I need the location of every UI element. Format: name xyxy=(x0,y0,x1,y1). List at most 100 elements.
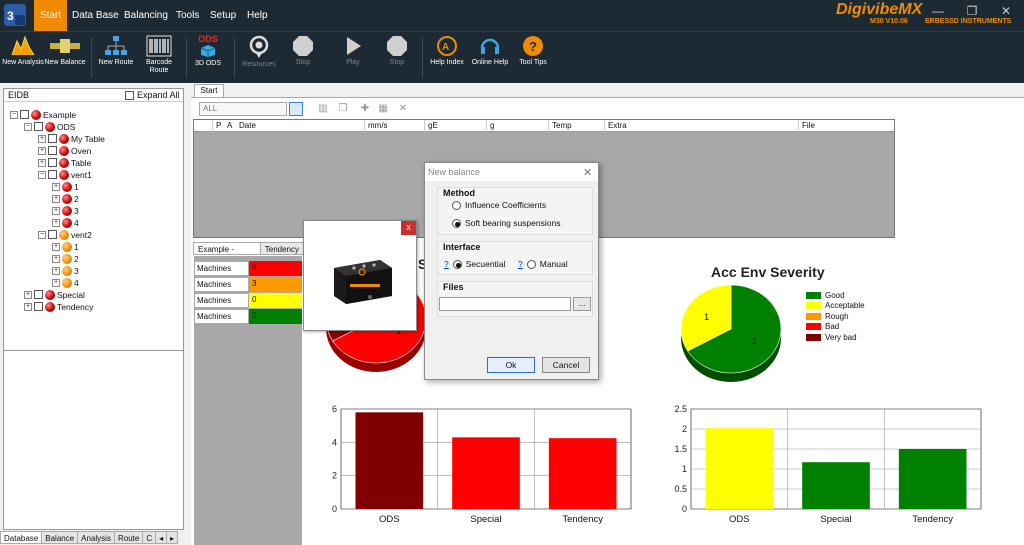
tree-node-table[interactable]: + Table xyxy=(38,157,91,168)
help-link[interactable]: ? xyxy=(444,259,449,269)
summary-row[interactable]: Machines 0 xyxy=(194,309,302,324)
popup-close-button[interactable]: x xyxy=(401,221,416,235)
close-icon[interactable]: ✕ xyxy=(998,4,1014,18)
expand-icon[interactable]: + xyxy=(52,278,60,287)
ok-button[interactable]: Ok xyxy=(487,357,535,373)
menu-balancing[interactable]: Balancing xyxy=(118,0,174,31)
tree-node-vent2-4[interactable]: +4 xyxy=(52,277,79,288)
expand-icon[interactable]: + xyxy=(52,206,60,215)
tab-scroll-right-icon[interactable]: ▸ xyxy=(166,531,179,544)
column-temp[interactable]: Temp xyxy=(548,120,572,132)
tree-node-vent2-3[interactable]: +3 xyxy=(52,265,79,276)
column-ge[interactable]: gE xyxy=(424,120,438,132)
column-g[interactable]: g xyxy=(486,120,494,132)
add-icon[interactable]: ✚ xyxy=(359,103,371,115)
column-date[interactable]: Date xyxy=(236,120,256,132)
expand-icon[interactable]: + xyxy=(52,254,60,263)
cancel-button[interactable]: Cancel xyxy=(542,357,590,373)
checkbox-icon[interactable] xyxy=(34,122,43,131)
checkbox-icon[interactable] xyxy=(48,146,57,155)
delete-icon[interactable]: ✕ xyxy=(397,103,409,115)
menu-database[interactable]: Data Base xyxy=(66,0,125,31)
interface-manual-radio[interactable]: ? Manual xyxy=(518,259,568,269)
resources-button[interactable]: Resources xyxy=(236,35,282,83)
column-p[interactable]: P xyxy=(212,120,221,132)
tree-node-vent2-1[interactable]: +1 xyxy=(52,241,79,252)
expand-icon[interactable]: + xyxy=(52,218,60,227)
tree-node-vent1-4[interactable]: +4 xyxy=(52,217,79,228)
checkbox-icon[interactable] xyxy=(48,158,57,167)
minimize-icon[interactable]: — xyxy=(930,4,946,18)
tree-node-my-table[interactable]: + My Table xyxy=(38,133,105,144)
expand-all-checkbox[interactable]: Expand All xyxy=(125,90,180,100)
tree-node-vent1-2[interactable]: +2 xyxy=(52,193,79,204)
tab-tendency[interactable]: Tendency xyxy=(259,242,304,255)
checkbox-icon[interactable] xyxy=(34,302,43,311)
tree-node-vent1-3[interactable]: +3 xyxy=(52,205,79,216)
barcode-route-button[interactable]: Barcode Route xyxy=(136,35,182,83)
browse-button[interactable]: ... xyxy=(573,297,591,311)
expand-icon[interactable]: + xyxy=(38,158,46,167)
menu-help[interactable]: Help xyxy=(241,0,274,31)
tree-node-vent2[interactable]: − vent2 xyxy=(38,229,92,240)
help-index-button[interactable]: A Help Index xyxy=(424,35,470,83)
ods-3d-button[interactable]: ODS 3D ODS xyxy=(185,35,231,83)
filter-combo[interactable]: ALL xyxy=(199,102,287,116)
tab-example-areas[interactable]: Example - Areas xyxy=(193,242,261,267)
tab-c[interactable]: C xyxy=(142,531,157,544)
collapse-icon[interactable]: − xyxy=(38,230,46,239)
menu-start[interactable]: Start xyxy=(34,0,68,31)
tree-node-special[interactable]: + Special xyxy=(24,289,85,300)
tree-node-vent1-1[interactable]: +1 xyxy=(52,181,79,192)
menu-tools[interactable]: Tools xyxy=(170,0,205,31)
expand-icon[interactable]: + xyxy=(52,194,60,203)
help-link[interactable]: ? xyxy=(518,259,523,269)
method-influence-radio[interactable]: Influence Coefficients xyxy=(452,200,546,210)
collapse-icon[interactable]: − xyxy=(24,122,32,131)
collapse-icon[interactable]: − xyxy=(38,170,46,179)
checkbox-icon[interactable] xyxy=(20,110,29,119)
tree-node-vent2-2[interactable]: +2 xyxy=(52,253,79,264)
expand-icon[interactable]: + xyxy=(38,134,46,143)
tab-database[interactable]: Database xyxy=(0,531,43,544)
image-icon[interactable]: ▦ xyxy=(377,103,389,115)
checkbox-icon[interactable] xyxy=(34,290,43,299)
new-route-button[interactable]: New Route xyxy=(93,35,139,83)
restore-icon[interactable]: ❐ xyxy=(964,4,980,18)
expand-icon[interactable]: + xyxy=(52,182,60,191)
column-mms[interactable]: mm/s xyxy=(364,120,388,132)
checkbox-icon[interactable] xyxy=(48,170,57,179)
tree-node-example[interactable]: − Example xyxy=(10,109,76,120)
expand-icon[interactable]: + xyxy=(38,146,46,155)
tab-analysis[interactable]: Analysis xyxy=(77,531,115,544)
summary-row[interactable]: Machines 6 xyxy=(194,261,302,276)
tree-node-tendency[interactable]: + Tendency xyxy=(24,301,93,312)
stop-button[interactable]: Stop xyxy=(280,35,326,83)
tree-node-ods[interactable]: − ODS xyxy=(24,121,75,132)
checkbox-icon[interactable] xyxy=(48,134,57,143)
summary-row[interactable]: Machines 3 xyxy=(194,277,302,292)
column-file[interactable]: File xyxy=(798,120,815,132)
method-soft-bearing-radio[interactable]: Soft bearing suspensions xyxy=(452,218,560,228)
checkbox-icon[interactable] xyxy=(48,230,57,239)
expand-icon[interactable]: + xyxy=(52,242,60,251)
files-input[interactable] xyxy=(439,297,571,311)
expand-icon[interactable]: + xyxy=(52,266,60,275)
tool-tips-button[interactable]: ? Tool Tips xyxy=(510,35,556,83)
tree-node-oven[interactable]: + Oven xyxy=(38,145,91,156)
column-extra[interactable]: Extra xyxy=(604,120,627,132)
new-analysis-button[interactable]: New Analysis xyxy=(0,35,46,83)
interface-secuential-radio[interactable]: ? Secuential xyxy=(444,259,505,269)
tab-start[interactable]: Start xyxy=(194,84,224,97)
tab-route[interactable]: Route xyxy=(113,531,144,544)
expand-icon[interactable]: + xyxy=(24,302,32,311)
copy-icon[interactable]: ❐ xyxy=(337,103,349,115)
new-balance-button[interactable]: New Balance xyxy=(42,35,88,83)
expand-icon[interactable]: + xyxy=(24,290,32,299)
tab-balance[interactable]: Balance xyxy=(41,531,79,544)
collapse-icon[interactable]: − xyxy=(10,110,18,119)
tree-node-vent1[interactable]: − vent1 xyxy=(38,169,92,180)
online-help-button[interactable]: Online Help xyxy=(467,35,513,83)
dialog-close-icon[interactable]: ✕ xyxy=(583,166,592,179)
filter-settings-icon[interactable] xyxy=(289,102,303,116)
